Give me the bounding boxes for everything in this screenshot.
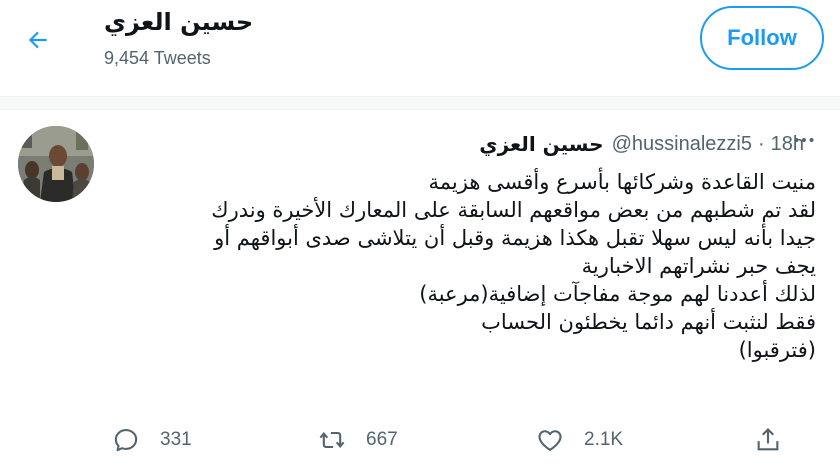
- reply-icon: [114, 429, 138, 452]
- tweet-text-line: يجف حبر نشراتهم الاخبارية: [581, 254, 816, 278]
- tweet-author-name[interactable]: حسين العزي: [479, 132, 603, 156]
- arrow-left-icon: [28, 31, 47, 49]
- profile-name: حسين العزي: [104, 8, 254, 36]
- back-button[interactable]: [18, 20, 58, 60]
- tweet-text-line: لذلك أعددنا لهم موجة مفاجآت إضافية(مرعبة…: [419, 282, 816, 306]
- avatar-image: [18, 126, 94, 202]
- follow-button[interactable]: Follow: [700, 6, 824, 70]
- more-button[interactable]: [784, 128, 824, 152]
- tweet-separator: ·: [757, 132, 765, 155]
- tweet-actions: 331 667 2.1K: [0, 420, 840, 460]
- reply-count: 331: [160, 429, 192, 450]
- tweet-text-line: فقط لنثبت أنهم دائما يخطئون الحساب: [481, 310, 816, 334]
- reply-button[interactable]: 331: [112, 420, 192, 460]
- retweet-count: 667: [366, 429, 398, 450]
- tweet-header: حسين العزي @hussinalezzi5 · 18h: [479, 130, 804, 158]
- retweet-button[interactable]: 667: [318, 420, 398, 460]
- tweet-text: منيت القاعدة وشركائها بأسرع وأقسى هزيمة …: [96, 168, 816, 364]
- profile-header: حسين العزي 9,454 Tweets Follow: [0, 0, 840, 83]
- share-icon: [757, 428, 779, 451]
- like-count: 2.1K: [584, 429, 624, 450]
- share-button[interactable]: [754, 420, 782, 460]
- tweet-text-line: (فترقبوا): [738, 338, 816, 362]
- avatar[interactable]: [18, 126, 94, 202]
- section-divider: [0, 96, 840, 110]
- tweet-text-line: منيت القاعدة وشركائها بأسرع وأقسى هزيمة: [428, 170, 817, 194]
- like-button[interactable]: 2.1K: [536, 420, 623, 460]
- tweet-author-handle[interactable]: @hussinalezzi5: [612, 133, 752, 156]
- heart-icon: [538, 430, 562, 451]
- tweet-text-line: لقد تم شطبهم من بعض مواقعهم السابقة على …: [211, 198, 816, 222]
- retweet-icon: [319, 431, 345, 449]
- tweet-text-line: جيدا بأنه ليس سهلا تقبل هكذا هزيمة وقبل …: [214, 226, 816, 250]
- tweet-count: 9,454 Tweets: [104, 48, 211, 68]
- more-icon: [794, 138, 814, 142]
